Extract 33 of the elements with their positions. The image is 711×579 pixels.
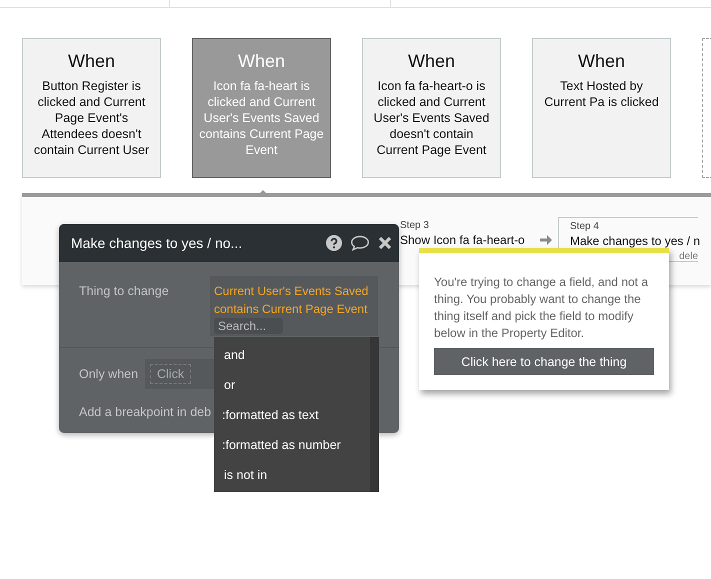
dropdown-option[interactable]: is not in: [214, 457, 370, 487]
workflow-step[interactable]: Step 3 Show Icon fa fa-heart-o: [397, 217, 525, 247]
event-description: Button Register is clicked and Current Page Event's Attendees doesn't contain Current User: [32, 78, 150, 158]
breakpoint-label: Add a breakpoint in deb: [79, 404, 212, 419]
arrow-right-icon: [539, 233, 553, 247]
step-title: Make changes to yes / n: [570, 234, 698, 248]
scrollbar[interactable]: [370, 337, 379, 492]
step-title: Show Icon fa fa-heart-o: [400, 233, 525, 247]
event-heading: When: [576, 51, 626, 72]
field-label: Thing to change: [79, 283, 170, 300]
event-card[interactable]: When Button Register is clicked and Current Page Event's Attendees doesn't contain Current User: [22, 38, 161, 178]
comment-icon[interactable]: [350, 235, 370, 251]
close-icon[interactable]: [378, 236, 392, 250]
search-field[interactable]: Search...: [214, 318, 283, 334]
event-description: Text Hosted by Current Pa is clicked: [543, 78, 660, 110]
editor-title: Make changes to yes / no...: [71, 235, 244, 251]
expression-text: Current User's Events Saved contains Current Page Event: [214, 283, 370, 318]
event-description: Icon fa fa-heart-o is clicked and Current User's Events Saved doesn't contain Current Page Event: [372, 78, 490, 158]
dropdown-option[interactable]: :formatted as number: [214, 427, 370, 457]
step-label: Step 3: [400, 220, 430, 231]
field-label: Only when: [79, 367, 140, 381]
event-heading: When: [406, 51, 456, 72]
help-icon[interactable]: [326, 235, 342, 251]
event-heading: When: [236, 51, 286, 72]
step-label: Step 4: [570, 221, 600, 232]
event-description: Icon fa fa-heart is clicked and Current User's Events Saved contains Current Page Event: [198, 78, 325, 158]
change-thing-button[interactable]: Click here to change the thing: [434, 348, 654, 375]
dropdown-option[interactable]: :formatted as text: [214, 397, 370, 427]
event-heading: When: [66, 51, 116, 72]
delete-link[interactable]: dele: [679, 251, 698, 262]
event-card[interactable]: When Text Hosted by Current Pa is clicked: [532, 38, 671, 178]
event-card[interactable]: When Icon fa fa-heart-o is clicked and Current User's Events Saved doesn't contain Current Page Event: [362, 38, 501, 178]
tooltip-message: You're trying to change a field, and not a thing. You probably want to change the thing itself and pick the field to modify below in the Property Editor.: [434, 274, 650, 342]
